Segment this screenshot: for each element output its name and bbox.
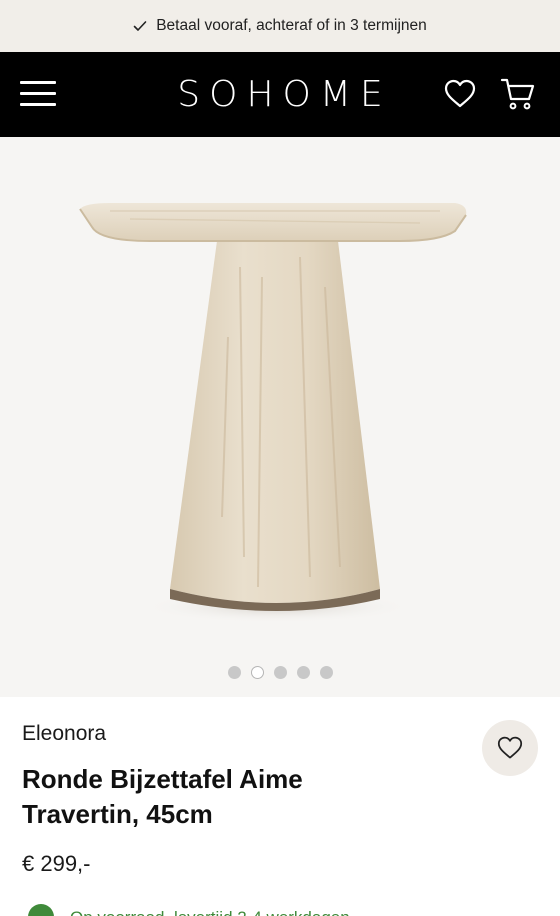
gallery-dot[interactable] — [296, 666, 310, 679]
stock-text: Op voorraad, levertijd 2-4 werkdagen — [70, 908, 350, 916]
gallery-dot[interactable] — [319, 666, 333, 679]
stock-icon — [28, 904, 54, 916]
add-to-wishlist-button[interactable] — [482, 720, 538, 776]
product-image — [79, 203, 467, 623]
product-info: Eleonora Ronde Bijzettafel Aime Traverti… — [0, 697, 560, 916]
check-icon — [133, 21, 147, 31]
gallery-dot[interactable] — [273, 666, 287, 679]
site-logo[interactable]: SOHOME — [0, 74, 560, 115]
product-price: € 299,- — [22, 851, 91, 876]
heart-icon[interactable] — [444, 79, 476, 109]
cart-icon[interactable] — [500, 77, 536, 111]
product-gallery[interactable] — [0, 137, 560, 697]
promo-bar: Betaal vooraf, achteraf of in 3 termijne… — [0, 0, 560, 52]
heart-icon — [497, 736, 523, 759]
stock-status: Op voorraad, levertijd 2-4 werkdagen — [28, 904, 428, 916]
site-header: SOHOME — [0, 52, 560, 137]
gallery-pagination — [0, 666, 560, 679]
promo-text: Betaal vooraf, achteraf of in 3 termijne… — [156, 17, 427, 34]
gallery-dot[interactable] — [227, 666, 241, 679]
product-brand[interactable]: Eleonora — [22, 722, 106, 746]
gallery-dot-active[interactable] — [250, 666, 264, 679]
product-title: Ronde Bijzettafel Aime Travertin, 45cm — [22, 764, 303, 829]
